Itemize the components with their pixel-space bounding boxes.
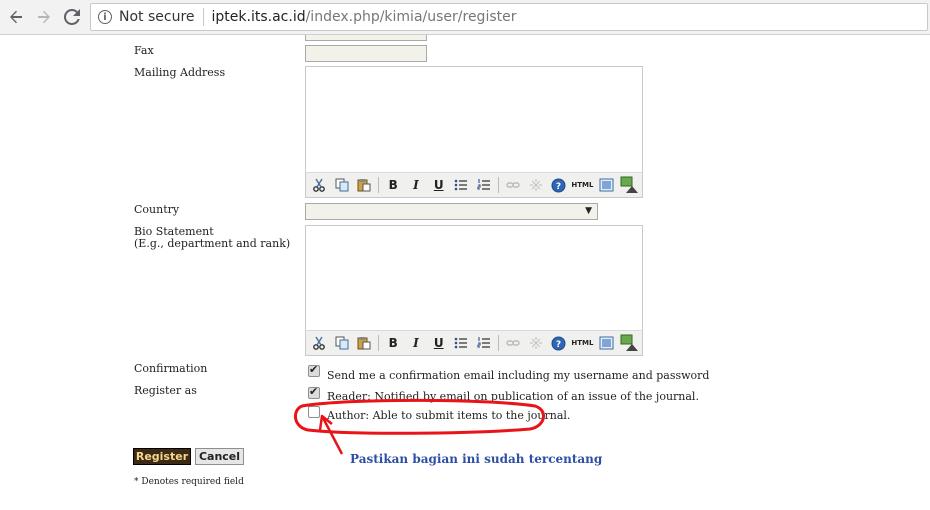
help-icon[interactable]: ? — [549, 333, 569, 353]
required-field-note: * Denotes required field — [134, 477, 244, 487]
bold-button[interactable]: B — [383, 175, 403, 195]
back-arrow-icon — [10, 10, 22, 24]
phone-input[interactable] — [305, 35, 427, 41]
fax-input[interactable] — [305, 45, 427, 62]
bio-textarea[interactable] — [305, 225, 643, 331]
confirmation-option-text: Send me a confirmation email including m… — [327, 369, 710, 382]
register-as-label: Register as — [134, 384, 197, 397]
url-host: iptek.its.ac.id — [211, 9, 306, 25]
numbered-list-icon[interactable] — [474, 175, 494, 195]
country-select[interactable]: ▼ — [305, 203, 598, 220]
toolbar-separator — [378, 177, 380, 193]
html-source-button[interactable]: HTML — [571, 333, 593, 353]
annotation-circle-icon — [294, 398, 545, 455]
annotation-text: Pastikan bagian ini sudah tercentang — [350, 452, 603, 466]
mailing-address-textarea[interactable] — [305, 66, 643, 173]
underline-button[interactable]: U — [429, 175, 449, 195]
svg-text:?: ? — [556, 182, 561, 192]
info-icon[interactable]: i — [98, 10, 112, 24]
cut-icon[interactable] — [309, 175, 329, 195]
fax-label: Fax — [134, 44, 154, 57]
paste-icon[interactable] — [355, 333, 375, 353]
upload-image-icon[interactable] — [619, 175, 639, 195]
bullet-list-icon[interactable] — [452, 175, 472, 195]
address-bar[interactable]: i Not secure iptek.its.ac.id/index.php/k… — [90, 3, 928, 31]
register-button[interactable]: Register — [133, 448, 191, 465]
paste-icon[interactable] — [355, 175, 375, 195]
confirmation-label: Confirmation — [134, 362, 208, 375]
help-icon[interactable]: ? — [549, 175, 569, 195]
italic-button[interactable]: I — [406, 333, 426, 353]
svg-text:?: ? — [556, 340, 561, 350]
mailing-address-editor-toolbar: B I U ? HTML — [305, 172, 643, 198]
toolbar-separator — [498, 177, 500, 193]
italic-button[interactable]: I — [406, 175, 426, 195]
url-path: /index.php/kimia/user/register — [305, 9, 517, 25]
link-icon[interactable] — [503, 175, 523, 195]
forward-button[interactable] — [32, 5, 56, 29]
fullscreen-icon[interactable] — [596, 175, 616, 195]
underline-button[interactable]: U — [429, 333, 449, 353]
copy-icon[interactable] — [332, 175, 352, 195]
confirmation-checkbox[interactable] — [308, 363, 320, 377]
mailing-address-label: Mailing Address — [134, 66, 226, 79]
cancel-button[interactable]: Cancel — [195, 448, 244, 465]
forward-arrow-icon — [38, 10, 50, 24]
upload-image-icon[interactable] — [619, 333, 639, 353]
numbered-list-icon[interactable] — [474, 333, 494, 353]
reload-icon — [64, 9, 80, 25]
dropdown-arrow-icon: ▼ — [585, 206, 592, 216]
bio-editor-toolbar: B I U ? HTML — [305, 330, 643, 356]
country-label: Country — [134, 203, 180, 216]
toolbar-separator — [498, 335, 500, 351]
html-source-button[interactable]: HTML — [571, 175, 593, 195]
copy-icon[interactable] — [332, 333, 352, 353]
fullscreen-icon[interactable] — [596, 333, 616, 353]
bullet-list-icon[interactable] — [452, 333, 472, 353]
bio-sublabel: (E.g., department and rank) — [134, 237, 291, 250]
cut-icon[interactable] — [309, 333, 329, 353]
browser-toolbar: i Not secure iptek.its.ac.id/index.php/k… — [0, 0, 930, 35]
link-icon[interactable] — [503, 333, 523, 353]
unlink-icon[interactable] — [526, 175, 546, 195]
reload-button[interactable] — [60, 5, 84, 29]
bold-button[interactable]: B — [383, 333, 403, 353]
omnibox-divider — [202, 8, 204, 26]
unlink-icon[interactable] — [526, 333, 546, 353]
back-button[interactable] — [4, 5, 28, 29]
security-status[interactable]: Not secure — [119, 9, 195, 25]
toolbar-separator — [378, 335, 380, 351]
